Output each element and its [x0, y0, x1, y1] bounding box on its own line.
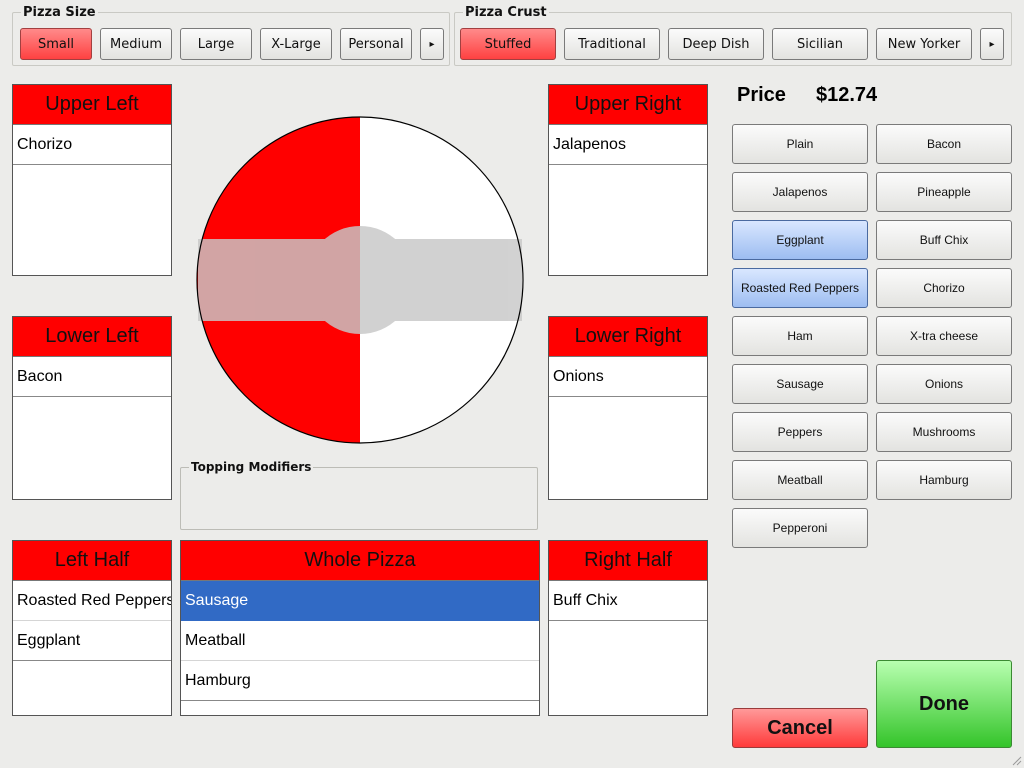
upper-right-item[interactable]: Jalapenos	[549, 125, 707, 165]
pizza-crust-title: Pizza Crust	[463, 5, 549, 20]
left-half-item[interactable]: Roasted Red Peppers	[13, 581, 171, 621]
pizza-center-band	[198, 226, 522, 334]
resize-grip-icon[interactable]	[1010, 754, 1022, 766]
whole-pizza-panel: Whole Pizza Sausage Meatball Hamburg	[180, 540, 540, 716]
topping-jalapenos-button[interactable]: Jalapenos	[732, 172, 868, 212]
left-half-item[interactable]: Eggplant	[13, 621, 171, 661]
left-half-header: Left Half	[13, 541, 171, 581]
whole-pizza-item[interactable]: Meatball	[181, 621, 539, 661]
price-label: Price	[737, 84, 786, 106]
topping-plain-button[interactable]: Plain	[732, 124, 868, 164]
right-half-panel: Right Half Buff Chix	[548, 540, 708, 716]
right-half-item[interactable]: Buff Chix	[549, 581, 707, 621]
crust-sicilian-button[interactable]: Sicilian	[772, 28, 868, 60]
upper-right-header: Upper Right	[549, 85, 707, 125]
topping-pineapple-button[interactable]: Pineapple	[876, 172, 1012, 212]
topping-peppers-button[interactable]: Peppers	[732, 412, 868, 452]
whole-pizza-item-selected[interactable]: Sausage	[181, 581, 539, 621]
topping-modifiers-title: Topping Modifiers	[189, 460, 314, 474]
topping-mushrooms-button[interactable]: Mushrooms	[876, 412, 1012, 452]
right-half-header: Right Half	[549, 541, 707, 581]
crust-stuffed-button[interactable]: Stuffed	[460, 28, 556, 60]
topping-chorizo-button[interactable]: Chorizo	[876, 268, 1012, 308]
lower-left-panel: Lower Left Bacon	[12, 316, 172, 500]
whole-pizza-header: Whole Pizza	[181, 541, 539, 581]
whole-pizza-item[interactable]: Hamburg	[181, 661, 539, 701]
topping-sausage-button[interactable]: Sausage	[732, 364, 868, 404]
size-medium-button[interactable]: Medium	[100, 28, 172, 60]
lower-left-item[interactable]: Bacon	[13, 357, 171, 397]
topping-pepperoni-button[interactable]: Pepperoni	[732, 508, 868, 548]
crust-deep-dish-button[interactable]: Deep Dish	[668, 28, 764, 60]
topping-onions-button[interactable]: Onions	[876, 364, 1012, 404]
crust-traditional-button[interactable]: Traditional	[564, 28, 660, 60]
upper-left-item[interactable]: Chorizo	[13, 125, 171, 165]
pizza-diagram[interactable]	[196, 116, 526, 446]
upper-right-panel: Upper Right Jalapenos	[548, 84, 708, 276]
pizza-size-title: Pizza Size	[21, 5, 98, 20]
chevron-right-icon: ▸	[989, 38, 995, 50]
lower-right-panel: Lower Right Onions	[548, 316, 708, 500]
topping-ham-button[interactable]: Ham	[732, 316, 868, 356]
crust-scroll-right-button[interactable]: ▸	[980, 28, 1004, 60]
chevron-right-icon: ▸	[429, 38, 435, 50]
size-xlarge-button[interactable]: X-Large	[260, 28, 332, 60]
topping-modifiers-group: Topping Modifiers	[180, 460, 538, 530]
lower-right-header: Lower Right	[549, 317, 707, 357]
size-large-button[interactable]: Large	[180, 28, 252, 60]
size-scroll-right-button[interactable]: ▸	[420, 28, 444, 60]
topping-meatball-button[interactable]: Meatball	[732, 460, 868, 500]
lower-left-header: Lower Left	[13, 317, 171, 357]
size-small-button[interactable]: Small	[20, 28, 92, 60]
lower-right-item[interactable]: Onions	[549, 357, 707, 397]
topping-eggplant-button[interactable]: Eggplant	[732, 220, 868, 260]
left-half-panel: Left Half Roasted Red Peppers Eggplant	[12, 540, 172, 716]
topping-bacon-button[interactable]: Bacon	[876, 124, 1012, 164]
done-button[interactable]: Done	[876, 660, 1012, 748]
upper-left-header: Upper Left	[13, 85, 171, 125]
upper-left-panel: Upper Left Chorizo	[12, 84, 172, 276]
topping-buff-chix-button[interactable]: Buff Chix	[876, 220, 1012, 260]
topping-hamburg-button[interactable]: Hamburg	[876, 460, 1012, 500]
topping-xtra-cheese-button[interactable]: X-tra cheese	[876, 316, 1012, 356]
price-value: $12.74	[816, 84, 878, 106]
cancel-button[interactable]: Cancel	[732, 708, 868, 748]
topping-roasted-red-peppers-button[interactable]: Roasted Red Peppers	[732, 268, 868, 308]
size-personal-button[interactable]: Personal	[340, 28, 412, 60]
crust-new-yorker-button[interactable]: New Yorker	[876, 28, 972, 60]
